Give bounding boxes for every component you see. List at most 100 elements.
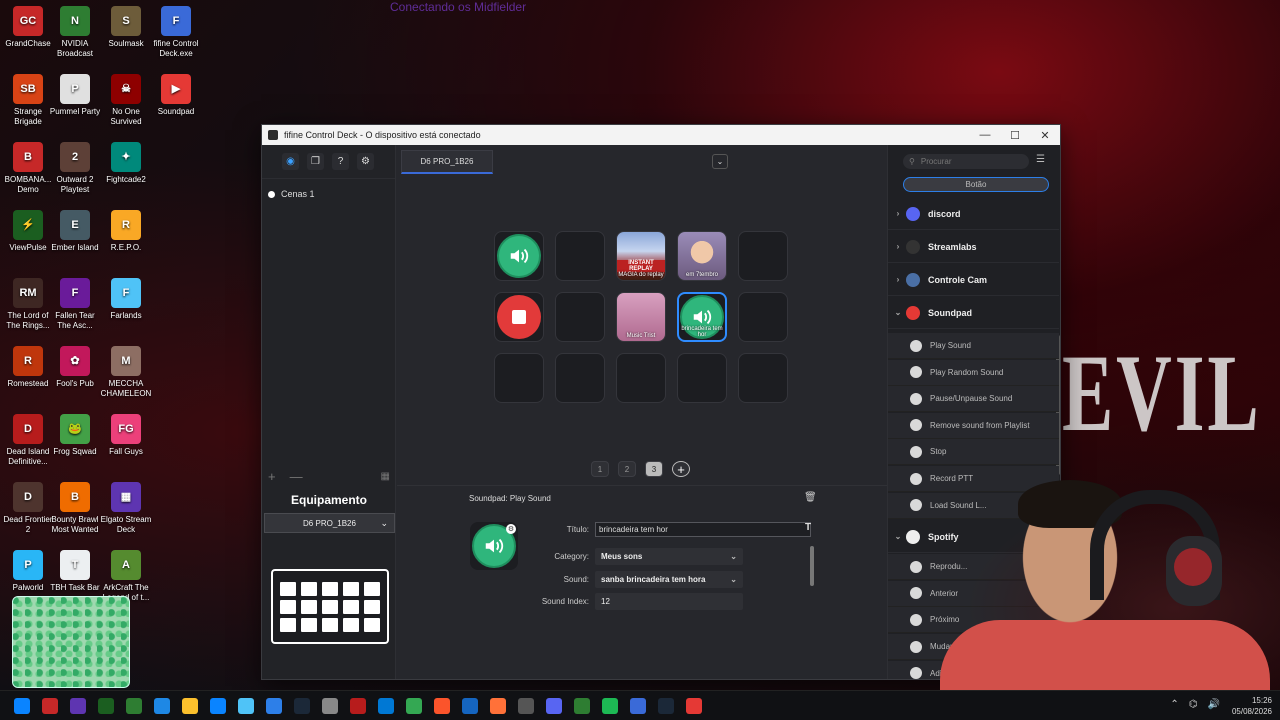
add-page-button[interactable]: +: [672, 461, 690, 477]
settings-icon[interactable]: ⚙: [357, 153, 374, 170]
category-soundpad[interactable]: ⌄ Soundpad: [888, 297, 1059, 329]
deck-key[interactable]: [677, 353, 727, 403]
list-icon[interactable]: ☰: [1036, 154, 1045, 165]
props-scrollbar[interactable]: [810, 546, 814, 586]
device-tab[interactable]: D6 PRO_1B26: [401, 150, 493, 174]
maximize-button[interactable]: ☐: [1000, 129, 1030, 142]
desktop-icon[interactable]: P Pummel Party: [49, 74, 101, 117]
taskbar-app-icon[interactable]: [462, 697, 478, 714]
taskbar-app-icon[interactable]: [546, 697, 562, 714]
taskbar-app-icon[interactable]: [686, 697, 702, 714]
deck-key[interactable]: brincadeira tem hor: [677, 292, 727, 342]
taskbar-app-icon[interactable]: [14, 697, 30, 714]
deck-key[interactable]: [738, 292, 788, 342]
desktop-icon[interactable]: B BOMBANA... Demo: [2, 142, 54, 195]
gear-icon[interactable]: ⚙: [506, 524, 516, 534]
action-item[interactable]: Remove sound from Playlist: [888, 412, 1059, 439]
category-controle-cam[interactable]: › Controle Cam: [888, 264, 1059, 296]
category-select[interactable]: Meus sons ⌄: [595, 548, 743, 565]
page-button[interactable]: 2: [618, 461, 636, 477]
taskbar-app-icon[interactable]: [574, 697, 590, 714]
chevron-up-icon[interactable]: ⌃: [1170, 699, 1178, 710]
action-item[interactable]: Play Random Sound: [888, 359, 1059, 386]
grid-icon[interactable]: ▦: [381, 471, 390, 482]
taskbar-app-icon[interactable]: [266, 697, 282, 714]
action-item[interactable]: Stop: [888, 439, 1059, 466]
taskbar-app-icon[interactable]: [42, 697, 58, 714]
desktop-icon[interactable]: Ffifine Control Deck.exe: [150, 6, 202, 59]
add-scene-button[interactable]: +: [268, 469, 276, 484]
desktop-icon[interactable]: T TBH Task Bar: [49, 550, 101, 593]
button-filter-tab[interactable]: Botão: [903, 177, 1049, 192]
desktop-icon[interactable]: 🐸 Frog Sqwad: [49, 414, 101, 457]
desktop-icon[interactable]: E Ember Island: [49, 210, 101, 253]
desktop-icon[interactable]: F Fallen Tear The Asc...: [49, 278, 101, 331]
desktop-icon[interactable]: ▶ Soundpad: [150, 74, 202, 117]
action-item[interactable]: Pause/Unpause Sound: [888, 386, 1059, 413]
taskbar-app-icon[interactable]: [238, 697, 254, 714]
desktop-icon[interactable]: ☠ No One Survived: [100, 74, 152, 127]
taskbar-app-icon[interactable]: [322, 697, 338, 714]
taskbar-app-icon[interactable]: [602, 697, 618, 714]
taskbar-app-icon[interactable]: [154, 697, 170, 714]
taskbar-app-icon[interactable]: [182, 697, 198, 714]
taskbar-app-icon[interactable]: [350, 697, 366, 714]
desktop-icon[interactable]: SB Strange Brigade: [2, 74, 54, 127]
desktop-icon[interactable]: ⚡ ViewPulse: [2, 210, 54, 253]
sound-index-input[interactable]: 12: [595, 593, 743, 610]
desktop-icon[interactable]: FG Fall Guys: [100, 414, 152, 457]
taskbar-app-icon[interactable]: [434, 697, 450, 714]
minimize-button[interactable]: —: [970, 129, 1000, 141]
desktop-icon[interactable]: S Soulmask: [100, 6, 152, 49]
desktop-icon[interactable]: ✿ Fool's Pub: [49, 346, 101, 389]
text-format-button[interactable]: T: [805, 522, 811, 533]
taskbar-app-icon[interactable]: [98, 697, 114, 714]
deck-key[interactable]: [494, 231, 544, 281]
taskbar-app-icon[interactable]: [126, 697, 142, 714]
deck-key[interactable]: [555, 353, 605, 403]
desktop-icon[interactable]: D Dead Frontier 2: [2, 482, 54, 535]
deck-key[interactable]: em 7tembro: [677, 231, 727, 281]
desktop-icon[interactable]: R Romestead: [2, 346, 54, 389]
desktop-icon[interactable]: 2 Outward 2 Playtest: [49, 142, 101, 195]
taskbar-app-icon[interactable]: [294, 697, 310, 714]
clock[interactable]: 15:26 05/08/2026: [1232, 695, 1272, 717]
deck-key[interactable]: [555, 292, 605, 342]
category-discord[interactable]: › discord: [888, 198, 1059, 230]
equipment-select[interactable]: D6 PRO_1B26 ⌄: [264, 513, 395, 533]
layers-icon[interactable]: ❐: [307, 153, 324, 170]
deck-key[interactable]: [616, 353, 666, 403]
category-streamlabs[interactable]: › Streamlabs: [888, 231, 1059, 263]
chevron-down-icon[interactable]: ⌄: [712, 154, 728, 169]
desktop-icon[interactable]: ✦ Fightcade2: [100, 142, 152, 185]
search-input[interactable]: ⚲ Procurar: [903, 154, 1029, 169]
remove-scene-button[interactable]: —: [290, 469, 303, 484]
title-bar[interactable]: fifine Control Deck - O dispositivo está…: [262, 125, 1060, 145]
action-icon-preview[interactable]: ⚙: [470, 522, 518, 570]
desktop-icon[interactable]: D Dead Island Definitive...: [2, 414, 54, 467]
page-button[interactable]: 3: [645, 461, 663, 477]
trash-icon[interactable]: 🗑: [804, 492, 817, 503]
page-button[interactable]: 1: [591, 461, 609, 477]
taskbar-app-icon[interactable]: [630, 697, 646, 714]
deck-key[interactable]: INSTANT REPLAY MAGIA do replay: [616, 231, 666, 281]
desktop-icon[interactable]: RM The Lord of The Rings...: [2, 278, 54, 331]
title-input[interactable]: [595, 522, 811, 537]
desktop-icon[interactable]: ▦ Elgato Stream Deck: [100, 482, 152, 535]
deck-key[interactable]: [494, 292, 544, 342]
deck-key[interactable]: [555, 231, 605, 281]
desktop-icon[interactable]: M MECCHA CHAMELEON: [100, 346, 152, 399]
help-icon[interactable]: ?: [332, 153, 349, 170]
deck-key[interactable]: [494, 353, 544, 403]
taskbar-app-icon[interactable]: [210, 697, 226, 714]
desktop-icon[interactable]: B Bounty Brawl Most Wanted: [49, 482, 101, 535]
close-button[interactable]: ✕: [1030, 129, 1060, 142]
taskbar-app-icon[interactable]: [378, 697, 394, 714]
user-circle-icon[interactable]: ◉: [282, 153, 299, 170]
scene-item[interactable]: Cenas 1: [262, 179, 395, 209]
taskbar-app-icon[interactable]: [70, 697, 86, 714]
desktop-icon[interactable]: N NVIDIA Broadcast: [49, 6, 101, 59]
desktop-icon[interactable]: F Farlands: [100, 278, 152, 321]
deck-key[interactable]: [738, 231, 788, 281]
taskbar-app-icon[interactable]: [406, 697, 422, 714]
